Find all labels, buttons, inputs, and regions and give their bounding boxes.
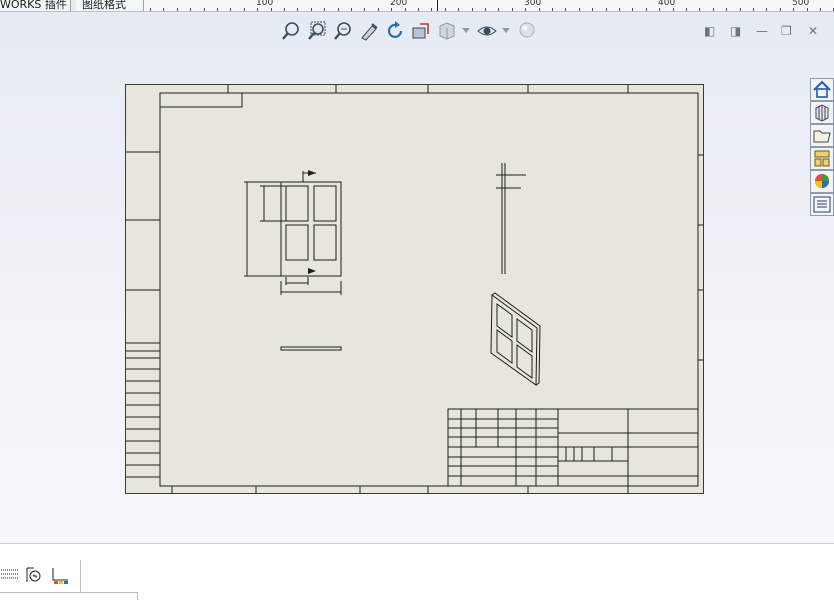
ruler-tick — [257, 8, 258, 11]
sheet-format-icon[interactable] — [24, 566, 44, 584]
select-icon[interactable] — [358, 20, 380, 42]
ruler-tick — [659, 8, 660, 11]
home-icon[interactable] — [810, 78, 834, 101]
sheet-tabs-area — [0, 592, 138, 600]
ruler-tick — [525, 8, 526, 11]
display-style-icon[interactable] — [436, 20, 458, 42]
ruler-tick — [820, 8, 821, 11]
ruler-tick — [445, 8, 446, 11]
ruler-label: 300 — [524, 0, 542, 8]
ruler-tick — [753, 8, 754, 11]
ruler-tick — [324, 8, 325, 11]
ruler-tick — [338, 8, 339, 11]
ruler-tick — [632, 8, 633, 11]
custom-properties-icon[interactable] — [810, 193, 834, 216]
ruler-tick — [807, 8, 808, 11]
ruler-tick — [405, 8, 406, 11]
rotate-icon[interactable] — [384, 20, 406, 42]
ruler-tick — [297, 8, 298, 11]
ruler-label: 400 — [658, 0, 676, 8]
ruler-tick — [646, 8, 647, 11]
graphics-area[interactable]: ◧ ◨ — ❐ ✕ — [0, 12, 834, 543]
sheet-drawing — [126, 85, 703, 493]
ruler-tick — [217, 8, 218, 11]
ruler-tick — [472, 8, 473, 11]
ruler-tick — [311, 8, 312, 11]
bottom-status-area — [0, 543, 834, 600]
ruler-tick — [793, 8, 794, 11]
ruler-tick — [418, 8, 419, 11]
ruler-tick — [740, 8, 741, 11]
appearance-icon[interactable] — [516, 20, 538, 42]
ruler-tick — [512, 8, 513, 11]
ruler-tick — [686, 8, 687, 11]
grid-icon[interactable] — [0, 566, 20, 584]
ruler-label: 200 — [390, 0, 408, 8]
ruler-tick — [177, 8, 178, 11]
chevron-down-icon[interactable] — [462, 28, 470, 34]
ruler-tick — [780, 8, 781, 11]
ruler-tick — [766, 8, 767, 11]
ruler-tick — [230, 8, 231, 11]
ruler-cursor — [437, 0, 438, 11]
ruler-tick — [726, 8, 727, 11]
ruler-tick — [351, 8, 352, 11]
zoom-to-area-icon[interactable] — [306, 20, 328, 42]
previous-sheet-button[interactable]: ◧ — [704, 24, 715, 38]
ruler-tick — [284, 8, 285, 11]
appearances-icon[interactable] — [810, 170, 834, 193]
ruler-tick — [539, 8, 540, 11]
ruler-tick — [619, 8, 620, 11]
layer-icon[interactable] — [50, 566, 70, 584]
ruler-tick — [673, 8, 674, 11]
ruler-tick — [190, 8, 191, 11]
ruler-tick — [150, 8, 151, 11]
ruler-tick — [606, 8, 607, 11]
ruler-tick — [458, 8, 459, 11]
restore-button[interactable]: ❐ — [781, 24, 792, 38]
drawing-sheet[interactable] — [125, 84, 704, 494]
file-explorer-icon[interactable] — [810, 124, 834, 147]
ruler-tick — [579, 8, 580, 11]
minimize-button[interactable]: — — [756, 24, 768, 38]
ruler-tick — [552, 8, 553, 11]
ruler-tick — [271, 8, 272, 11]
previous-view-icon[interactable] — [410, 20, 432, 42]
ruler-tick — [713, 8, 714, 11]
ruler-tick — [699, 8, 700, 11]
close-button[interactable]: ✕ — [808, 24, 818, 38]
ruler-tick — [364, 8, 365, 11]
ruler-tick — [391, 8, 392, 11]
top-tab-strip: WORKS 插件 图纸格式 100 200 300 400 500 — [0, 0, 834, 12]
tab-solidworks-addins[interactable]: WORKS 插件 — [0, 0, 71, 11]
ruler-tick — [204, 8, 205, 11]
tab-sheet-format[interactable]: 图纸格式 — [76, 0, 144, 11]
ruler-tick — [485, 8, 486, 11]
chevron-down-icon[interactable] — [502, 28, 510, 34]
divider — [80, 560, 81, 592]
view-palette-icon[interactable] — [810, 147, 834, 170]
ruler-label: 100 — [256, 0, 274, 8]
ruler-tick — [244, 8, 245, 11]
sheet-inner-border — [159, 92, 699, 487]
ruler-tick — [431, 8, 432, 11]
ruler-tick — [498, 8, 499, 11]
ruler-tick — [592, 8, 593, 11]
ruler-label: 500 — [792, 0, 810, 8]
next-sheet-button[interactable]: ◨ — [730, 24, 741, 38]
ruler-tick — [565, 8, 566, 11]
hide-show-icon[interactable] — [476, 20, 498, 42]
zoom-to-fit-icon[interactable] — [280, 20, 302, 42]
zoom-in-out-icon[interactable] — [332, 20, 354, 42]
ruler: 100 200 300 400 500 — [143, 0, 834, 11]
ruler-tick — [163, 8, 164, 11]
ruler-tick — [378, 8, 379, 11]
design-library-icon[interactable] — [810, 101, 834, 124]
